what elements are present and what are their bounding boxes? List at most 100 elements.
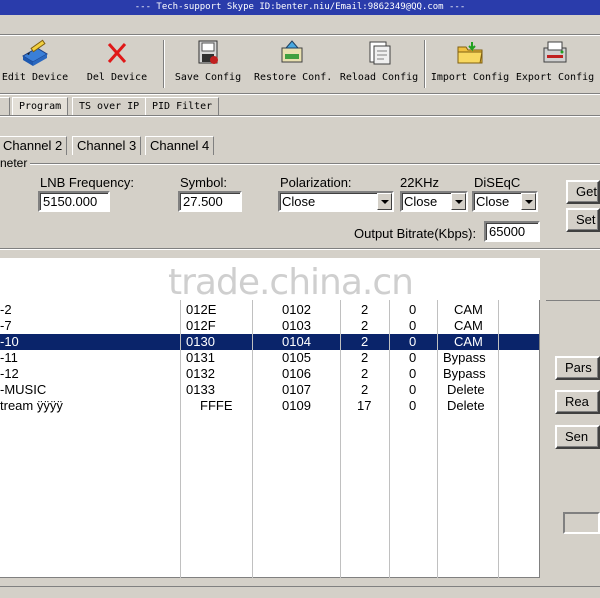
table-row[interactable]: tream ÿÿÿÿ FFFE 0109 17 0 Delete (0, 398, 539, 414)
program-flag: 0 (409, 366, 417, 381)
reload-config-button[interactable]: Reload Config (338, 38, 420, 90)
table-row[interactable]: -12 0132 0106 2 0 Bypass (0, 366, 539, 382)
column-divider (437, 300, 438, 578)
column-divider (389, 300, 390, 578)
program-name: -10 (0, 334, 19, 349)
export-config-button[interactable]: Export Config (514, 38, 596, 90)
tab-channel-4[interactable]: Channel 4 (145, 136, 215, 155)
program-action: CAM (454, 334, 483, 349)
program-flag: 0 (409, 382, 417, 397)
polarization-select[interactable]: Close (278, 191, 394, 212)
program-type: 2 (361, 318, 369, 333)
diseqc-select[interactable]: Close (472, 191, 538, 212)
save-config-button[interactable]: Save Config (174, 38, 242, 90)
output-bitrate-input[interactable]: 65000 (484, 221, 540, 242)
program-name: -12 (0, 366, 19, 381)
22khz-label: 22KHz (400, 175, 440, 190)
program-type: 2 (361, 350, 369, 365)
edit-device-button[interactable]: Edit Device (0, 38, 70, 90)
program-flag: 0 (409, 302, 417, 317)
program-pid: 0133 (186, 382, 215, 397)
table-row[interactable]: -11 0131 0105 2 0 Bypass (0, 350, 539, 366)
watermark-text: trade.china.cn (168, 262, 414, 303)
22khz-select[interactable]: Close (400, 191, 468, 212)
table-row[interactable]: -MUSIC 0133 0107 2 0 Delete (0, 382, 539, 398)
program-action: Bypass (443, 350, 486, 365)
tab-program[interactable]: Program (12, 97, 69, 115)
import-config-button[interactable]: Import Config (430, 38, 510, 90)
restore-config-icon (281, 40, 303, 63)
22khz-value: Close (404, 194, 438, 209)
program-pmt: 0102 (282, 302, 311, 317)
program-pid: FFFE (200, 398, 233, 413)
diseqc-value: Close (476, 194, 510, 209)
program-name: -MUSIC (0, 382, 47, 397)
lnb-frequency-input[interactable]: 5150.000 (38, 191, 110, 212)
column-divider (498, 300, 499, 578)
column-divider (180, 300, 181, 578)
program-action: CAM (454, 302, 483, 317)
chevron-down-icon[interactable] (377, 193, 392, 210)
del-device-button[interactable]: Del Device (84, 38, 150, 90)
save-config-label: Save Config (174, 72, 242, 83)
reload-config-label: Reload Config (339, 72, 419, 83)
program-pid: 012E (186, 302, 217, 317)
output-bitrate-label: Output Bitrate(Kbps): (354, 226, 477, 241)
program-pid: 012F (186, 318, 216, 333)
program-action: Delete (447, 398, 485, 413)
del-device-label: Del Device (86, 72, 148, 83)
program-type: 2 (361, 382, 369, 397)
read-button[interactable]: Rea (555, 390, 600, 414)
status-field (563, 512, 600, 534)
restore-config-button[interactable]: Restore Conf. (254, 38, 333, 90)
polarization-label: Polarization: (280, 175, 352, 190)
program-name: -7 (0, 318, 12, 333)
program-pmt: 0104 (282, 334, 311, 349)
restore-config-label: Restore Conf. (254, 72, 333, 83)
program-flag: 0 (409, 398, 417, 413)
chevron-down-icon[interactable] (521, 193, 536, 210)
right-panel-divider (546, 300, 600, 301)
tab-ts-over-ip[interactable]: TS over IP (72, 97, 147, 115)
tab-left-partial[interactable] (0, 97, 10, 115)
program-pid: 0132 (186, 366, 215, 381)
tab-strip-line (0, 115, 600, 117)
delete-x-icon (107, 43, 127, 63)
edit-device-icon (22, 39, 48, 66)
title-bar: --- Tech-support Skype ID:benter.niu/Ema… (0, 0, 600, 15)
tab-channel-2[interactable]: Channel 2 (0, 136, 68, 155)
program-name: tream ÿÿÿÿ (0, 398, 63, 413)
column-divider (340, 300, 341, 578)
table-row[interactable]: -7 012F 0103 2 0 CAM (0, 318, 539, 334)
diseqc-label: DiSEqC (474, 175, 521, 190)
program-type: 2 (361, 334, 369, 349)
toolbar: Edit Device Del Device Save Config Resto… (0, 36, 600, 92)
tab-channel-3[interactable]: Channel 3 (72, 136, 142, 155)
save-config-icon (198, 40, 218, 64)
program-action: Bypass (443, 366, 486, 381)
program-list[interactable]: -2 012E 0102 2 0 CAM -7 012F 0103 2 0 CA… (0, 300, 540, 578)
program-name: -2 (0, 302, 12, 317)
set-button[interactable]: Set (566, 208, 600, 232)
program-type: 2 (361, 366, 369, 381)
lnb-frequency-label: LNB Frequency: (40, 175, 134, 190)
parameter-group-label: neter (0, 156, 31, 170)
tab-pid-filter[interactable]: PID Filter (145, 97, 220, 115)
table-row[interactable]: -2 012E 0102 2 0 CAM (0, 302, 539, 318)
parse-button[interactable]: Pars (555, 356, 600, 380)
program-pmt: 0103 (282, 318, 311, 333)
program-flag: 0 (409, 350, 417, 365)
program-pid: 0130 (186, 334, 215, 349)
table-row-selected[interactable]: -10 0130 0104 2 0 CAM (0, 334, 539, 350)
column-divider (252, 300, 253, 578)
toolbar-separator (163, 40, 165, 88)
send-button[interactable]: Sen (555, 425, 600, 449)
polarization-value: Close (282, 194, 316, 209)
export-config-icon (543, 41, 567, 63)
program-action: Delete (447, 382, 485, 397)
toolbar-separator (424, 40, 426, 88)
edit-device-label: Edit Device (1, 72, 69, 83)
symbol-input[interactable]: 27.500 (178, 191, 242, 212)
chevron-down-icon[interactable] (451, 193, 466, 210)
get-button[interactable]: Get (566, 180, 600, 204)
